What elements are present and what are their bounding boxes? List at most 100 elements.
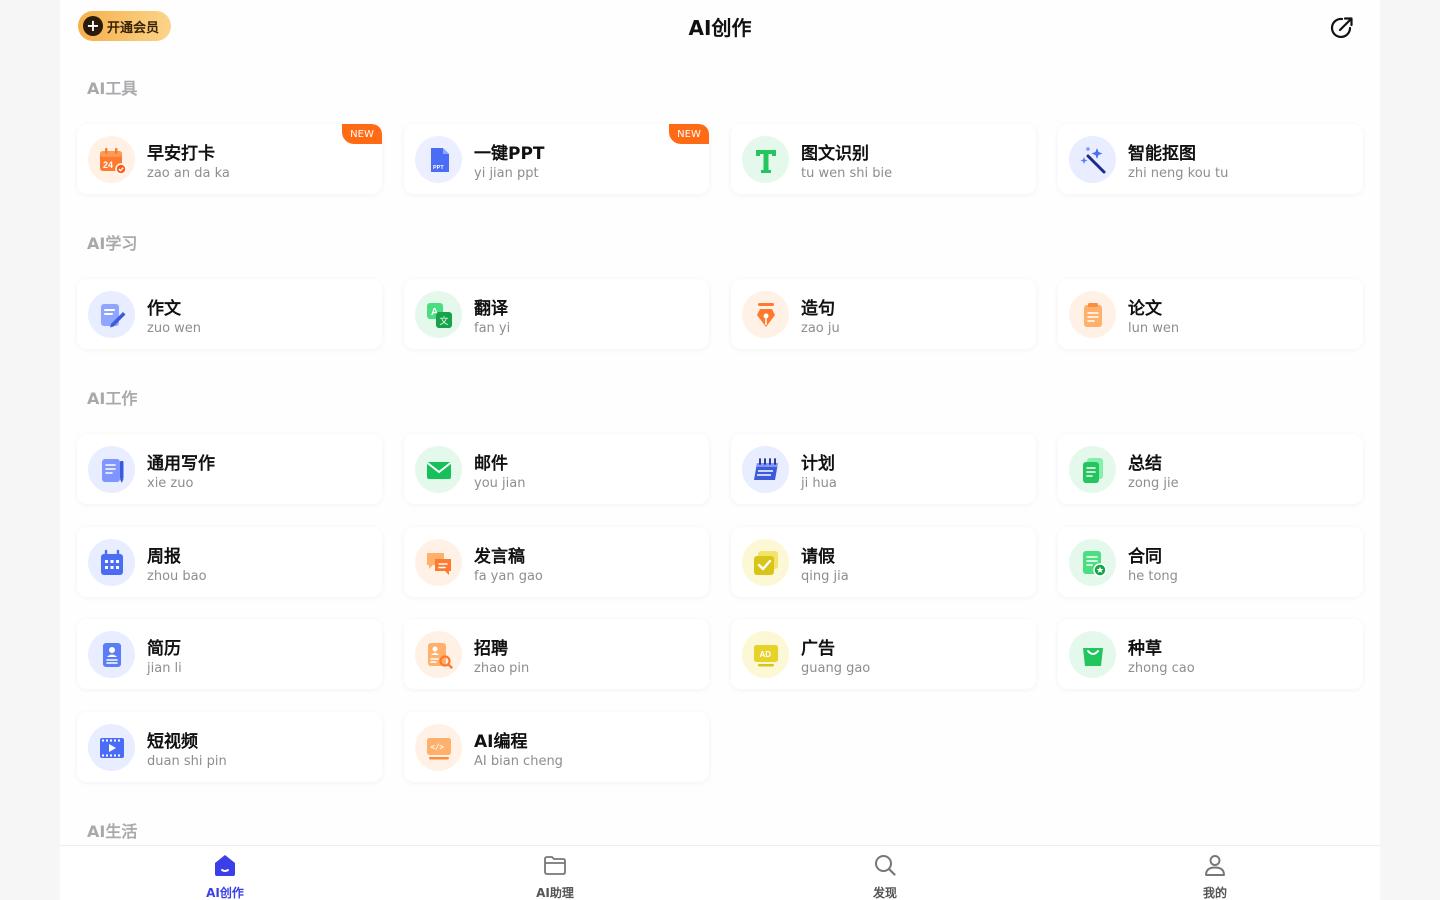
plan-calendar-icon (742, 446, 789, 493)
section-title-work: AI工作 (87, 389, 138, 408)
code-icon: </> (415, 724, 462, 771)
essay-edit-icon (88, 291, 135, 338)
card-title: 简历 (147, 639, 181, 659)
search-icon (875, 855, 896, 876)
ad-icon: AD (742, 631, 789, 678)
card-subtitle: zhao pin (474, 661, 530, 676)
card-title: 造句 (801, 299, 835, 319)
tool-card-checkin[interactable]: 24 早安打卡 zao an da ka NEW (77, 124, 382, 194)
paper-document-icon (1069, 291, 1116, 338)
card-subtitle: duan shi pin (147, 754, 227, 769)
header: + 开通会员 AI创作 (60, 0, 1380, 52)
card-title: 邮件 (474, 454, 508, 474)
card-subtitle: AI bian cheng (474, 754, 563, 769)
svg-text:</>: </> (430, 742, 444, 751)
card-subtitle: zuo wen (147, 321, 202, 336)
tool-card-ppt[interactable]: PPT 一键PPT yi jian ppt NEW (404, 124, 709, 194)
new-badge: NEW (342, 124, 382, 144)
tab-label: AI创作 (206, 886, 244, 900)
card-title: 智能抠图 (1128, 144, 1196, 164)
folder-icon (544, 856, 566, 875)
work-card-speech[interactable]: 发言稿 fa yan gao (404, 527, 709, 597)
study-card-sentence[interactable]: 造句 zao ju (731, 279, 1036, 349)
tab-mine[interactable]: 我的 (1155, 846, 1275, 900)
work-card-writing[interactable]: 通用写作 xie zuo (77, 434, 382, 504)
card-subtitle: guang gao (801, 661, 871, 676)
video-play-icon (88, 724, 135, 771)
weekly-calendar-icon (88, 539, 135, 586)
svg-text:PPT: PPT (433, 165, 444, 171)
work-card-coding[interactable]: </> AI编程 AI bian cheng (404, 712, 709, 782)
card-title: 图文识别 (801, 144, 869, 164)
card-title: 招聘 (474, 639, 508, 659)
recruit-search-icon (415, 631, 462, 678)
text-recognition-icon (742, 136, 789, 183)
tab-discover[interactable]: 发现 (825, 846, 945, 900)
card-subtitle: tu wen shi bie (801, 166, 893, 181)
work-card-plan[interactable]: 计划 ji hua (731, 434, 1036, 504)
card-title: 周报 (147, 547, 181, 567)
study-card-paper[interactable]: 论文 lun wen (1058, 279, 1363, 349)
work-card-weekly[interactable]: 周报 zhou bao (77, 527, 382, 597)
work-card-mail[interactable]: 邮件 you jian (404, 434, 709, 504)
work-card-short-video[interactable]: 短视频 duan shi pin (77, 712, 382, 782)
resume-icon (88, 631, 135, 678)
section-title-study: AI学习 (87, 234, 138, 253)
page-title: AI创作 (688, 16, 752, 40)
card-subtitle: zhong cao (1128, 661, 1195, 676)
summary-document-icon (1069, 446, 1116, 493)
work-card-contract[interactable]: 合同 he tong (1058, 527, 1363, 597)
study-card-translate[interactable]: A文 翻译 fan yi (404, 279, 709, 349)
work-card-seeding[interactable]: 种草 zhong cao (1058, 619, 1363, 689)
notebook-pen-icon (88, 446, 135, 493)
card-subtitle: xie zuo (147, 476, 194, 491)
card-subtitle: ji hua (801, 476, 837, 491)
speech-bubbles-icon (415, 539, 462, 586)
card-title: 一键PPT (474, 144, 545, 164)
card-subtitle: jian li (147, 661, 182, 676)
work-card-summary[interactable]: 总结 zong jie (1058, 434, 1363, 504)
card-subtitle: zhi neng kou tu (1128, 166, 1229, 181)
card-title: AI编程 (474, 732, 528, 752)
svg-text:24: 24 (103, 160, 113, 170)
tab-ai-assistant[interactable]: AI助理 (495, 846, 615, 900)
tab-ai-create[interactable]: AI创作 (165, 846, 285, 900)
card-title: 作文 (147, 299, 181, 319)
bottom-tab-bar: AI创作 AI助理 发现 我的 (60, 845, 1380, 900)
home-icon (215, 855, 235, 876)
mail-icon (415, 446, 462, 493)
section-title-tools: AI工具 (87, 79, 138, 98)
card-subtitle: zong jie (1128, 476, 1179, 491)
card-title: 合同 (1128, 547, 1162, 567)
card-title: 短视频 (147, 732, 198, 752)
card-title: 计划 (801, 454, 835, 474)
work-card-leave[interactable]: 请假 qing jia (731, 527, 1036, 597)
card-subtitle: zao an da ka (147, 166, 230, 181)
card-subtitle: lun wen (1128, 321, 1180, 336)
app-screen: + 开通会员 AI创作 AI工具 24 早安打卡 zao an da ka NE… (60, 0, 1380, 900)
card-subtitle: yi jian ppt (474, 166, 539, 181)
svg-text:AD: AD (759, 650, 771, 659)
magic-wand-icon (1069, 136, 1116, 183)
work-card-recruit[interactable]: 招聘 zhao pin (404, 619, 709, 689)
card-title: 种草 (1128, 639, 1162, 659)
card-subtitle: qing jia (801, 569, 849, 584)
card-title: 论文 (1128, 299, 1162, 319)
leave-check-icon (742, 539, 789, 586)
card-title: 通用写作 (147, 454, 215, 474)
ppt-file-icon: PPT (415, 136, 462, 183)
card-title: 翻译 (474, 299, 508, 319)
share-icon[interactable] (1328, 14, 1356, 42)
tool-card-cutout[interactable]: 智能抠图 zhi neng kou tu (1058, 124, 1363, 194)
study-card-essay[interactable]: 作文 zuo wen (77, 279, 382, 349)
svg-text:文: 文 (439, 315, 448, 327)
user-icon (1205, 855, 1225, 876)
section-title-life: AI生活 (87, 822, 138, 841)
work-card-ad[interactable]: AD 广告 guang gao (731, 619, 1036, 689)
card-title: 总结 (1128, 454, 1162, 474)
work-card-resume[interactable]: 简历 jian li (77, 619, 382, 689)
tab-label: 我的 (1202, 886, 1227, 900)
card-subtitle: zao ju (801, 321, 840, 336)
tool-card-ocr[interactable]: 图文识别 tu wen shi bie (731, 124, 1036, 194)
card-subtitle: he tong (1128, 569, 1178, 584)
